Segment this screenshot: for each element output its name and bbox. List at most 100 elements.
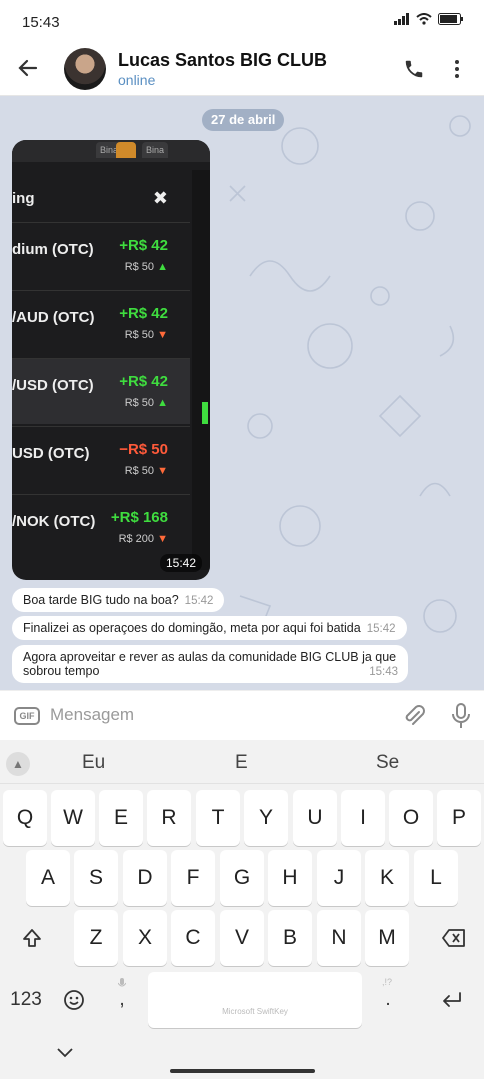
emoji-key[interactable]: [52, 972, 96, 1028]
message-input-bar: GIF Mensagem: [0, 690, 484, 740]
message-bubble[interactable]: Finalizei as operaçoes do domingão, meta…: [12, 616, 407, 640]
message-bubble[interactable]: Boa tarde BIG tudo na boa? 15:42: [12, 588, 225, 612]
comma-key[interactable]: ,: [100, 972, 144, 1028]
image-timestamp: 15:42: [159, 554, 202, 572]
shift-icon: [23, 929, 41, 947]
status-icons: [394, 13, 464, 25]
arrow-up-icon: ▲: [157, 261, 168, 273]
message-time: 15:43: [369, 666, 398, 678]
chat-area[interactable]: 27 de abril Bina Bina ing ✖ dium (OTC) +…: [0, 96, 484, 690]
keyboard: ▲ Eu E Se Q W E R T Y U I O P A S D F G …: [0, 740, 484, 1079]
battery-icon: [438, 13, 463, 25]
period-key[interactable]: . ,!?: [366, 972, 410, 1028]
message-time: 15:42: [366, 623, 396, 635]
key[interactable]: Z: [74, 910, 118, 966]
photo-panel-header: ing ✖: [12, 182, 190, 216]
suggestion-word[interactable]: E: [235, 752, 248, 774]
trade-stake: R$ 50 ▼: [124, 465, 168, 477]
comma-label: ,: [119, 989, 125, 1010]
status-time: 15:43: [22, 14, 60, 31]
back-arrow-icon[interactable]: [16, 56, 40, 80]
punct-hint: ,!?: [382, 977, 393, 987]
backspace-key[interactable]: [430, 910, 478, 966]
mic-hint-icon: [118, 978, 126, 987]
shift-key[interactable]: [10, 910, 54, 966]
contact-name[interactable]: Lucas Santos BIG CLUB: [118, 50, 327, 71]
trade-pl: +R$ 42: [119, 305, 168, 322]
navigation-bar: [0, 1043, 484, 1079]
key[interactable]: K: [365, 850, 409, 906]
trade-row: /USD (OTC) +R$ 42 R$ 50 ▲: [12, 358, 190, 424]
phone-icon[interactable]: [403, 58, 425, 80]
trade-asset: /NOK (OTC): [12, 513, 96, 530]
image-message[interactable]: Bina Bina ing ✖ dium (OTC) +R$ 42 R$ 50 …: [12, 140, 210, 580]
gif-icon[interactable]: GIF: [14, 707, 40, 725]
key[interactable]: V: [220, 910, 264, 966]
attach-icon[interactable]: [402, 703, 426, 729]
close-icon: ✖: [152, 188, 168, 208]
trade-asset: /USD (OTC): [12, 377, 94, 394]
trade-pl: +R$ 42: [119, 373, 168, 390]
key[interactable]: Y: [244, 790, 288, 846]
avatar[interactable]: [64, 48, 106, 90]
message-bubble[interactable]: Agora aproveitar e rever as aulas da com…: [12, 645, 408, 683]
key[interactable]: F: [171, 850, 215, 906]
trade-asset: /AUD (OTC): [12, 309, 95, 326]
key[interactable]: E: [99, 790, 143, 846]
trade-stake: R$ 50 ▼: [124, 329, 168, 341]
numbers-key[interactable]: 123: [4, 972, 48, 1028]
trade-asset: dium (OTC): [12, 241, 94, 258]
arrow-down-icon: ▼: [157, 533, 168, 545]
key[interactable]: C: [171, 910, 215, 966]
space-bar[interactable]: Microsoft SwiftKey: [148, 972, 362, 1028]
key[interactable]: O: [389, 790, 433, 846]
emoji-icon: [64, 990, 84, 1010]
suggestion-word[interactable]: Se: [376, 752, 399, 774]
trade-row: /AUD (OTC) +R$ 42 R$ 50 ▼: [12, 290, 190, 356]
chevron-down-icon[interactable]: [55, 1045, 75, 1059]
trade-row: USD (OTC) −R$ 50 R$ 50 ▼: [12, 426, 190, 492]
trade-row: /NOK (OTC) +R$ 168 R$ 200 ▼: [12, 494, 190, 560]
trade-stake: R$ 50 ▲: [124, 397, 168, 409]
enter-key[interactable]: [430, 972, 474, 1028]
home-indicator[interactable]: [170, 1069, 315, 1073]
key[interactable]: A: [26, 850, 70, 906]
key[interactable]: B: [268, 910, 312, 966]
chevron-up-icon[interactable]: ▲: [6, 752, 30, 776]
key[interactable]: W: [51, 790, 95, 846]
key[interactable]: R: [147, 790, 191, 846]
wifi-icon: [416, 13, 432, 25]
more-vert-icon[interactable]: [454, 58, 460, 80]
photo-panel-title: ing: [12, 190, 35, 207]
message-time: 15:42: [184, 595, 214, 607]
trade-pl: −R$ 50: [119, 441, 168, 458]
key[interactable]: G: [220, 850, 264, 906]
key[interactable]: Q: [3, 790, 47, 846]
enter-icon: [443, 992, 461, 1007]
key[interactable]: T: [196, 790, 240, 846]
photo-tab: Bina: [142, 142, 169, 158]
arrow-down-icon: ▼: [157, 329, 168, 341]
key[interactable]: N: [317, 910, 361, 966]
message-input[interactable]: Mensagem: [50, 705, 134, 725]
photo-sidebar: [192, 170, 210, 570]
key[interactable]: P: [437, 790, 481, 846]
key[interactable]: I: [341, 790, 385, 846]
key[interactable]: J: [317, 850, 361, 906]
trade-pl: +R$ 42: [119, 237, 168, 254]
key[interactable]: U: [293, 790, 337, 846]
key[interactable]: S: [74, 850, 118, 906]
key[interactable]: X: [123, 910, 167, 966]
chat-header: Lucas Santos BIG CLUB online: [0, 44, 484, 96]
mic-icon[interactable]: [450, 702, 472, 730]
key[interactable]: D: [123, 850, 167, 906]
trade-asset: USD (OTC): [12, 445, 90, 462]
backspace-icon: [442, 929, 465, 947]
key[interactable]: H: [268, 850, 312, 906]
message-text: Finalizei as operaçoes do domingão, meta…: [23, 621, 361, 635]
key[interactable]: L: [414, 850, 458, 906]
signal-icon: [394, 13, 409, 25]
suggestion-word[interactable]: Eu: [82, 752, 105, 774]
arrow-up-icon: ▲: [157, 397, 168, 409]
message-text: Agora aproveitar e rever as aulas da com…: [23, 650, 397, 678]
